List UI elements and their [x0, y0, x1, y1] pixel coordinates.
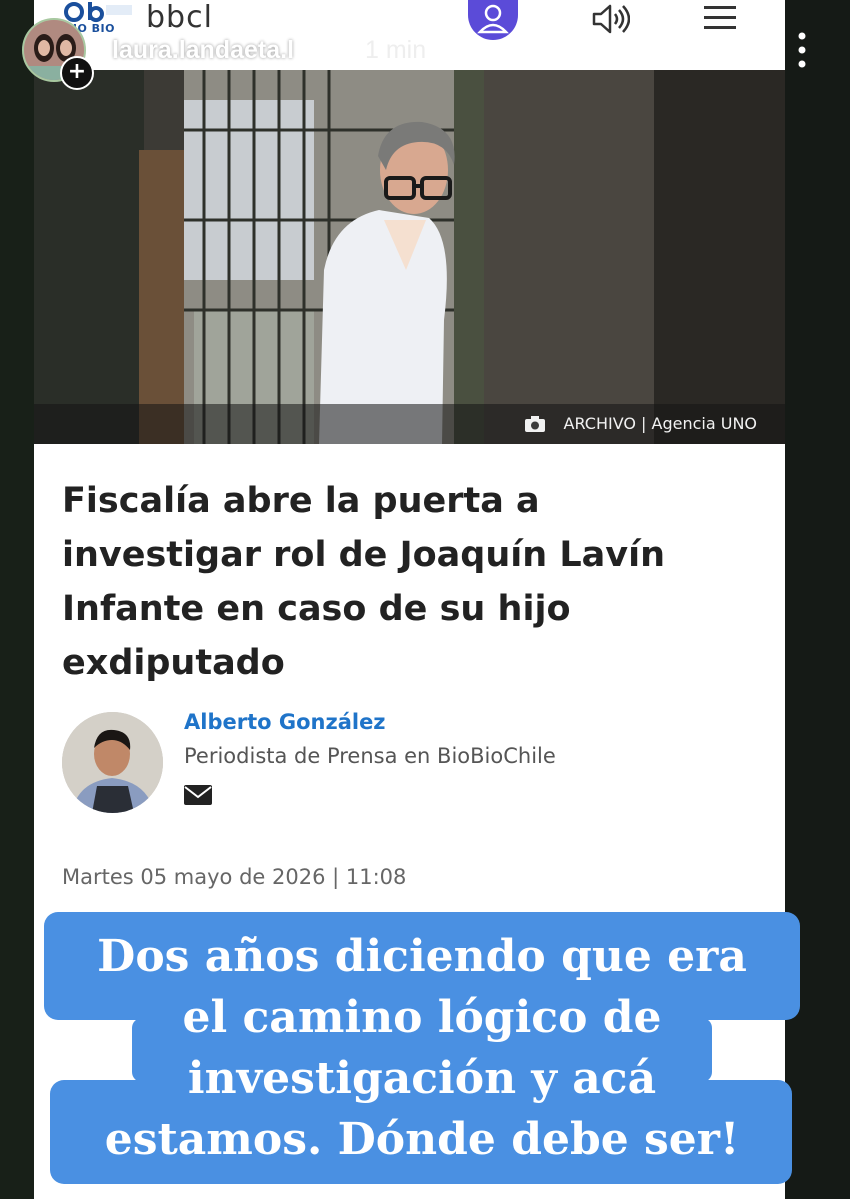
- story-username[interactable]: laura.landaeta.l: [112, 36, 294, 65]
- photo-caption: ARCHIVO | Agencia UNO: [563, 414, 758, 433]
- add-story-button[interactable]: +: [60, 56, 94, 90]
- more-options-icon[interactable]: [790, 30, 814, 70]
- hero-image: [34, 70, 785, 444]
- author-name-link[interactable]: Alberto González: [184, 710, 386, 734]
- site-logo-text[interactable]: bbcl: [146, 0, 213, 35]
- quote-line-4: estamos. Dónde debe ser!: [104, 1114, 740, 1165]
- quote-line-2: el camino lógico de: [182, 992, 662, 1043]
- author-avatar[interactable]: [62, 712, 163, 813]
- article-hero-photo: [34, 70, 785, 444]
- user-account-button[interactable]: [468, 0, 518, 40]
- camera-icon: [525, 416, 545, 432]
- quote-line-1: Dos años diciendo que era: [97, 931, 747, 982]
- story-quote-text: Dos años diciendo que era el camino lógi…: [44, 926, 800, 1170]
- story-backdrop-left: [0, 0, 34, 1199]
- speaker-icon[interactable]: [590, 4, 630, 34]
- article-headline: Fiscalía abre la puerta a investigar rol…: [62, 481, 666, 683]
- hamburger-menu-icon[interactable]: [702, 4, 738, 32]
- story-timestamp: 1 min: [365, 36, 427, 64]
- author-photo-image: [62, 712, 163, 813]
- author-role: Periodista de Prensa en BioBioChile: [184, 744, 556, 768]
- mail-icon[interactable]: [184, 785, 212, 805]
- article-date: Martes 05 mayo de 2026 | 11:08: [62, 865, 407, 889]
- user-icon: [477, 4, 509, 34]
- quote-line-3: investigación y acá: [187, 1053, 657, 1104]
